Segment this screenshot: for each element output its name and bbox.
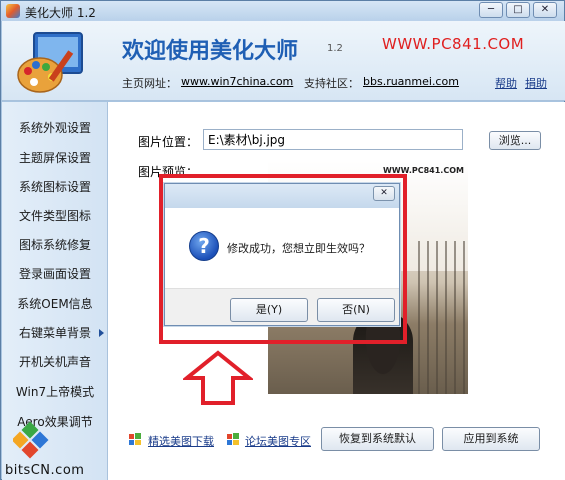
sidebar-item-godmode[interactable]: Win7上帝模式 [2,380,108,404]
version-label: 1.2 [327,43,343,54]
wallpaper-download-link[interactable]: 精选美图下载 [148,433,214,449]
bitscn-watermark: bitsCN.com [5,463,85,478]
sidebar-item-icon-repair[interactable]: 图标系统修复 [2,233,108,257]
support-link[interactable]: bbs.ruanmei.com [363,75,459,88]
app-window: 美化大师 1.2 ─ □ ✕ 欢迎使用美化大师 1.2 WWW.PC841.CO… [0,0,565,480]
window-title: 美化大师 1.2 [25,6,96,20]
close-button[interactable]: ✕ [533,2,557,18]
preview-fence [418,241,468,394]
sidebar-item-context-menu[interactable]: 右键菜单背景 [2,321,108,345]
minimize-button[interactable]: ─ [479,2,503,18]
restore-default-button[interactable]: 恢复到系统默认 [321,427,434,451]
sidebar-item-oem[interactable]: 系统OEM信息 [2,292,108,316]
help-link[interactable]: 帮助 [495,75,517,91]
site-watermark: WWW.PC841.COM [382,35,525,53]
sidebar-item-icons[interactable]: 系统图标设置 [2,175,108,199]
sidebar-item-file-types[interactable]: 文件类型图标 [2,204,108,228]
up-arrow-icon [183,350,253,405]
highlight-annotation [159,174,407,344]
sidebar-item-theme[interactable]: 主题屏保设置 [2,146,108,170]
homepage-label: 主页网址： [122,77,177,90]
title-bar[interactable]: 美化大师 1.2 ─ □ ✕ [1,1,564,21]
sidebar-item-logon[interactable]: 登录画面设置 [2,262,108,286]
arrow-right-icon [99,329,104,337]
windows-logo-icon [129,433,141,445]
sidebar-item-label: 右键菜单背景 [18,326,91,340]
sidebar-item-appearance[interactable]: 系统外观设置 [2,116,108,140]
image-path-input[interactable] [203,129,463,150]
palette-logo-icon [17,32,83,93]
bitscn-logo-icon [13,421,49,459]
apply-button[interactable]: 应用到系统 [442,427,540,451]
sidebar-item-sounds[interactable]: 开机关机声音 [2,350,108,374]
app-heading: 欢迎使用美化大师 [122,39,299,64]
support-label: 支持社区： [304,77,359,90]
app-icon [6,4,20,18]
homepage-link[interactable]: www.win7china.com [181,75,293,88]
maximize-button[interactable]: □ [506,2,530,18]
forum-wallpaper-link[interactable]: 论坛美图专区 [245,433,311,449]
header-banner: 欢迎使用美化大师 1.2 WWW.PC841.COM 主页网址： www.win… [2,21,565,101]
windows-logo-icon [227,433,239,445]
image-path-label: 图片位置： [138,135,199,149]
browse-button[interactable]: 浏览... [489,131,541,150]
donate-link[interactable]: 捐助 [525,75,547,91]
